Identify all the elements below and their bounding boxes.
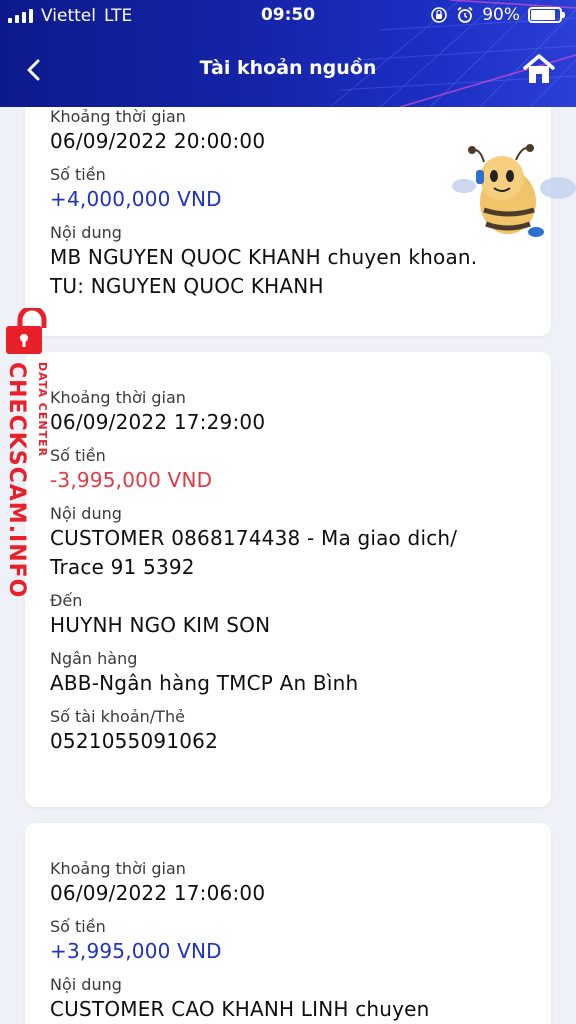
rotation-lock-icon — [431, 7, 448, 23]
status-bar: Viettel LTE 09:50 90% — [0, 0, 576, 32]
recipient-label: Đến — [50, 591, 83, 610]
battery-percent: 90% — [482, 5, 520, 25]
time-label: Khoảng thời gian — [50, 859, 186, 878]
time-field: Khoảng thời gian 06/09/2022 17:06:00 — [50, 859, 529, 908]
transaction-card[interactable]: Khoảng thời gian 06/09/2022 17:06:00 Số … — [25, 823, 551, 1024]
bank-field: Ngân hàng ABB-Ngân hàng TMCP An Bình — [50, 649, 529, 698]
app-header: Viettel LTE 09:50 90% Tài khoản nguồn — [0, 0, 576, 107]
content-field: Nội dung CUSTOMER 0868174438 - Ma giao d… — [50, 504, 529, 582]
amount-field: Số tiền -3,995,000 VND — [50, 446, 529, 495]
content-label: Nội dung — [50, 975, 122, 994]
nav-bar: Tài khoản nguồn — [0, 42, 576, 98]
time-value: 06/09/2022 17:29:00 — [50, 410, 266, 434]
bee-mascot-icon — [452, 144, 576, 237]
content-value: CUSTOMER 0868174438 - Ma giao dich/ Trac… — [50, 526, 458, 579]
amount-value: -3,995,000 VND — [50, 468, 213, 492]
battery-icon — [528, 7, 565, 23]
time-value: 06/09/2022 17:06:00 — [50, 881, 266, 905]
home-icon — [523, 54, 555, 83]
bank-label: Ngân hàng — [50, 649, 138, 668]
recipient-field: Đến HUYNH NGO KIM SON — [50, 591, 529, 640]
content-label: Nội dung — [50, 504, 122, 523]
amount-value: +3,995,000 VND — [50, 939, 222, 963]
lock-icon — [6, 308, 47, 354]
amount-field: Số tiền +3,995,000 VND — [50, 917, 529, 966]
status-right: 90% — [430, 5, 565, 25]
account-field: Số tài khoản/Thẻ 0521055091062 — [50, 707, 529, 756]
bank-value: ABB-Ngân hàng TMCP An Bình — [50, 671, 359, 695]
home-button[interactable] — [518, 48, 560, 90]
recipient-value: HUYNH NGO KIM SON — [50, 613, 271, 637]
watermark-text: CHECKSCAM.INFO — [4, 362, 29, 599]
content-field: Nội dung CUSTOMER CAO KHANH LINH chuyen — [50, 975, 529, 1024]
content-value: CUSTOMER CAO KHANH LINH chuyen — [50, 997, 430, 1021]
account-value: 0521055091062 — [50, 729, 219, 753]
amount-label: Số tiền — [50, 446, 106, 465]
watermark-subtext: DATA CENTER — [36, 362, 49, 458]
alarm-icon — [457, 6, 473, 23]
transaction-card[interactable]: Khoảng thời gian 06/09/2022 17:29:00 Số … — [25, 352, 551, 807]
account-label: Số tài khoản/Thẻ — [50, 707, 185, 726]
amount-label: Số tiền — [50, 917, 106, 936]
page-title: Tài khoản nguồn — [199, 57, 377, 79]
screen: Khoảng thời gian 06/09/2022 20:00:00 Số … — [0, 0, 576, 1024]
time-field: Khoảng thời gian 06/09/2022 17:29:00 — [50, 388, 529, 437]
content-value: MB NGUYEN QUOC KHANH chuyen khoan. TU: N… — [50, 245, 478, 298]
time-label: Khoảng thời gian — [50, 107, 186, 126]
time-label: Khoảng thời gian — [50, 388, 186, 407]
